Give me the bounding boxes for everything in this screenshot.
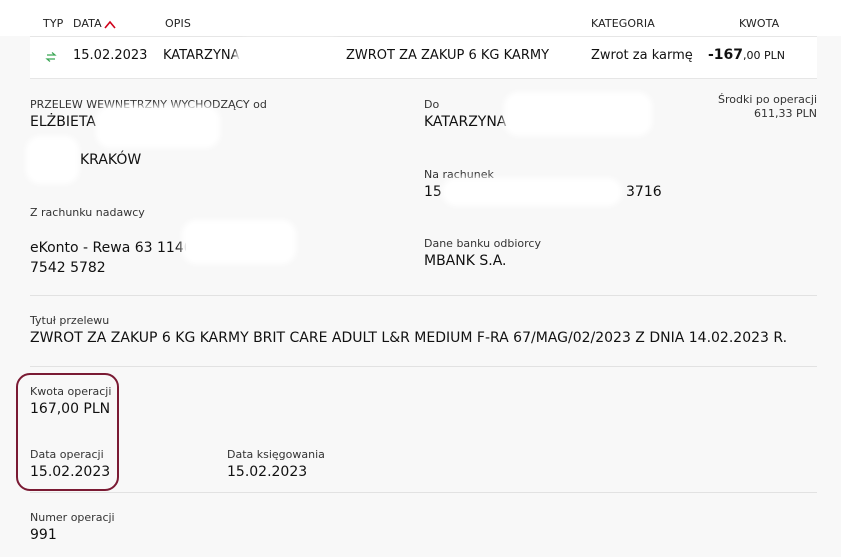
bank-value: MBANK S.A. — [424, 253, 507, 269]
book-date-label: Data księgowania — [227, 448, 325, 461]
column-header-opis[interactable]: OPIS — [165, 17, 191, 30]
redacted-area — [508, 96, 648, 132]
separator — [30, 492, 817, 493]
row-recipient: KATARZYNA — [163, 48, 240, 63]
separator — [30, 366, 817, 367]
account-to-label: Na rachunek — [424, 168, 494, 181]
column-header-kategoria[interactable]: KATEGORIA — [591, 17, 655, 30]
table-header — [0, 0, 841, 36]
sender-account-label: Z rachunku nadawcy — [30, 206, 145, 219]
row-category: Zwrot za karmę — [591, 48, 693, 63]
redacted-area — [100, 110, 216, 144]
transfer-arrows-icon — [45, 52, 57, 62]
book-date-value: 15.02.2023 — [227, 464, 308, 480]
column-header-typ[interactable]: TYP — [43, 17, 63, 30]
from-name: ELŻBIETA — [30, 114, 96, 130]
highlight-annotation — [16, 373, 119, 491]
redacted-area — [186, 224, 292, 260]
column-header-data-label: DATA — [73, 17, 102, 30]
title-value: ZWROT ZA ZAKUP 6 KG KARMY BRIT CARE ADUL… — [30, 330, 788, 346]
sender-account-line1: eKonto - Rewa 63 1140 — [30, 240, 193, 256]
balance-value: 611,33 PLN — [754, 107, 817, 120]
redacted-area — [30, 140, 75, 180]
sort-ascending-icon — [104, 20, 116, 29]
from-city: KRAKÓW — [80, 152, 142, 168]
column-header-kwota[interactable]: KWOTA — [739, 17, 779, 30]
row-amount-fraction: ,00 PLN — [743, 49, 786, 62]
op-number-label: Numer operacji — [30, 511, 115, 524]
account-to-end: 3716 — [626, 184, 662, 200]
title-label: Tytuł przelewu — [30, 314, 110, 327]
balance-label: Środki po operacji — [717, 93, 817, 106]
account-to-start: 15 — [424, 184, 442, 200]
row-amount-integer: -167 — [708, 47, 744, 63]
to-name: KATARZYNA — [424, 114, 507, 130]
bank-label: Dane banku odbiorcy — [424, 237, 541, 250]
row-description: ZWROT ZA ZAKUP 6 KG KARMY — [346, 48, 550, 63]
separator — [30, 295, 817, 296]
row-date: 15.02.2023 — [73, 48, 148, 63]
to-label: Do — [424, 98, 440, 111]
column-header-data[interactable]: DATA — [73, 17, 116, 30]
sender-account-line2: 7542 5782 — [30, 260, 106, 276]
op-number-value: 991 — [30, 527, 57, 543]
redacted-area — [240, 43, 340, 69]
redacted-area — [446, 182, 618, 202]
row-amount: -167,00 PLN — [708, 47, 785, 63]
